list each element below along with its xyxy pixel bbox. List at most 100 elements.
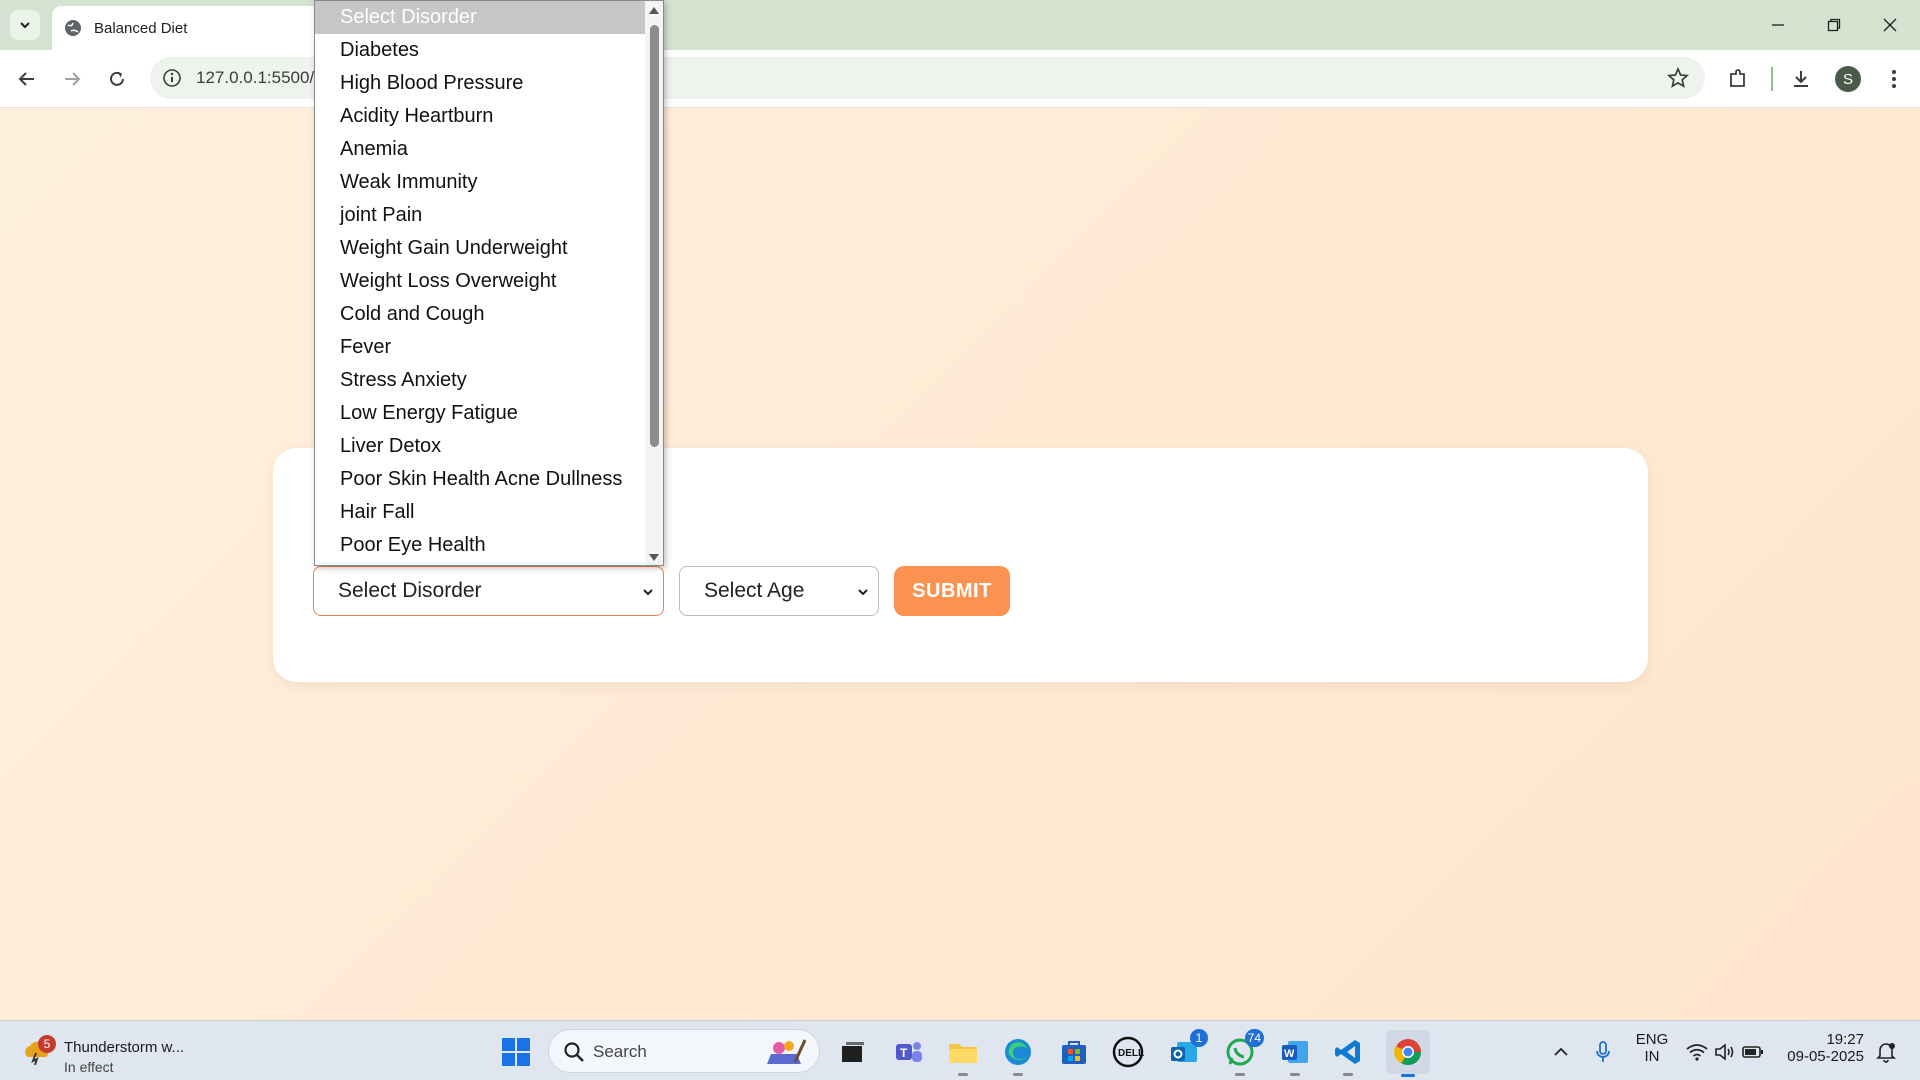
bookmark-star-icon[interactable] (1667, 67, 1689, 89)
weather-widget[interactable]: 5 Thunderstorm w... In effect (20, 1029, 220, 1075)
store-icon (1062, 1041, 1086, 1064)
taskbar-store[interactable] (1056, 1034, 1092, 1070)
tab-search-button[interactable] (10, 10, 40, 40)
minimize-button[interactable] (1750, 0, 1806, 50)
volume-icon (1715, 1043, 1734, 1061)
microphone-button[interactable] (1585, 1034, 1621, 1070)
word-icon: W (1282, 1041, 1308, 1063)
clock[interactable]: 19:27 09-05-2025 (1780, 1031, 1864, 1065)
dropdown-option[interactable]: Weight Loss Overweight (315, 265, 663, 298)
taskbar-edge[interactable] (1000, 1034, 1036, 1076)
system-tray-status[interactable] (1680, 1034, 1770, 1070)
taskbar-file-explorer[interactable] (945, 1034, 981, 1076)
search-icon (564, 1042, 584, 1062)
outlook-badge: 1 (1190, 1029, 1208, 1047)
taskbar-dell[interactable]: DELL (1110, 1034, 1146, 1070)
site-info-icon[interactable] (162, 68, 182, 88)
tab-balanced-diet[interactable]: Balanced Diet (52, 6, 322, 50)
more-vertical-icon (1892, 70, 1896, 88)
dropdown-option[interactable]: Acidity Heartburn (315, 100, 663, 133)
dropdown-options: Select Disorder Diabetes High Blood Pressu… (315, 1, 663, 562)
toolbar-separator (1771, 67, 1773, 91)
teams-icon: T (896, 1042, 922, 1062)
close-window-button[interactable] (1862, 0, 1918, 50)
weather-title: Thunderstorm w... (64, 1039, 185, 1056)
tab-bar: Balanced Diet (0, 0, 1920, 50)
running-indicator (1235, 1073, 1245, 1076)
taskbar-task-view[interactable] (834, 1034, 870, 1070)
menu-button[interactable] (1880, 65, 1908, 93)
vscode-icon (1335, 1040, 1360, 1064)
taskbar-teams[interactable]: T (890, 1034, 926, 1070)
scrollbar-thumb[interactable] (650, 25, 659, 447)
taskbar-chrome[interactable] (1386, 1030, 1430, 1077)
back-button[interactable] (10, 62, 44, 96)
disorder-dropdown-list[interactable]: Select Disorder Diabetes High Blood Pressu… (314, 0, 664, 566)
dropdown-option[interactable]: Cold and Cough (315, 298, 663, 331)
forward-button[interactable] (55, 62, 89, 96)
taskbar-whatsapp[interactable]: 74 (1222, 1029, 1264, 1076)
chevron-down-icon (20, 22, 30, 29)
scroll-up-arrow-icon[interactable] (648, 5, 660, 17)
arrow-right-icon (65, 72, 81, 86)
weather-status: In effect (64, 1059, 114, 1075)
clock-date: 09-05-2025 (1787, 1048, 1864, 1065)
dropdown-option[interactable]: Anemia (315, 133, 663, 166)
folder-icon (949, 1044, 977, 1063)
battery-icon (1742, 1046, 1763, 1058)
taskbar-outlook[interactable]: 1 (1166, 1029, 1208, 1070)
clock-time: 19:27 (1826, 1031, 1864, 1048)
running-indicator (1401, 1074, 1415, 1077)
dropdown-option[interactable]: Poor Skin Health Acne Dullness (315, 463, 663, 496)
profile-avatar[interactable]: S (1835, 66, 1861, 92)
submit-button[interactable]: SUBMIT (894, 566, 1010, 616)
start-button[interactable] (498, 1034, 534, 1070)
dropdown-option[interactable]: Weight Gain Underweight (315, 232, 663, 265)
taskbar-vscode[interactable] (1330, 1034, 1366, 1076)
dropdown-option[interactable]: Stress Anxiety (315, 364, 663, 397)
downloads-button[interactable] (1787, 65, 1815, 93)
search-placeholder: Search (593, 1042, 647, 1061)
chrome-icon (1394, 1039, 1422, 1066)
running-indicator (1343, 1073, 1353, 1076)
dropdown-option[interactable]: Select Disorder (315, 1, 663, 34)
dropdown-option[interactable]: High Blood Pressure (315, 67, 663, 100)
url-text[interactable]: 127.0.0.1:5500/ (196, 68, 314, 88)
dropdown-option[interactable]: Liver Detox (315, 430, 663, 463)
search-highlight-art-icon (767, 1039, 807, 1064)
windows-logo-icon (502, 1038, 530, 1066)
dropdown-option[interactable]: Poor Eye Health (315, 529, 663, 562)
restore-button[interactable] (1806, 0, 1862, 50)
running-indicator (958, 1073, 968, 1076)
age-select[interactable]: Select Age (679, 566, 879, 616)
dropdown-option[interactable]: Fever (315, 331, 663, 364)
disorder-select[interactable]: Select Disorder (313, 566, 664, 616)
dropdown-option[interactable]: Diabetes (315, 34, 663, 67)
whatsapp-badge: 74 (1244, 1029, 1264, 1047)
disorder-select-value: Select Disorder (338, 579, 482, 602)
arrow-left-icon (18, 72, 34, 86)
taskbar: 5 Thunderstorm w... In effect Search T D… (0, 1020, 1920, 1080)
dropdown-option[interactable]: Hair Fall (315, 496, 663, 529)
running-indicator (1013, 1073, 1023, 1076)
minimize-icon (1772, 24, 1784, 26)
age-select-value: Select Age (704, 579, 805, 602)
dropdown-option[interactable]: joint Pain (315, 199, 663, 232)
weather-alert-badge: 5 (38, 1035, 56, 1053)
dropdown-option[interactable]: Weak Immunity (315, 166, 663, 199)
scroll-down-arrow-icon[interactable] (648, 551, 660, 563)
download-icon (1794, 71, 1808, 87)
language-code: ENG (1635, 1031, 1669, 1048)
reload-button[interactable] (100, 62, 134, 96)
show-hidden-icons-button[interactable] (1543, 1034, 1579, 1070)
extensions-button[interactable] (1724, 65, 1752, 93)
microphone-icon (1596, 1041, 1610, 1062)
svg-text:T: T (900, 1046, 908, 1060)
notifications-button[interactable] (1872, 1034, 1900, 1070)
tab-title: Balanced Diet (94, 19, 188, 37)
dropdown-option[interactable]: Low Energy Fatigue (315, 397, 663, 430)
language-indicator[interactable]: ENG IN (1630, 1031, 1674, 1065)
taskbar-word[interactable]: W (1277, 1034, 1313, 1076)
taskbar-search[interactable]: Search (548, 1029, 820, 1073)
dropdown-scrollbar[interactable] (645, 1, 663, 565)
